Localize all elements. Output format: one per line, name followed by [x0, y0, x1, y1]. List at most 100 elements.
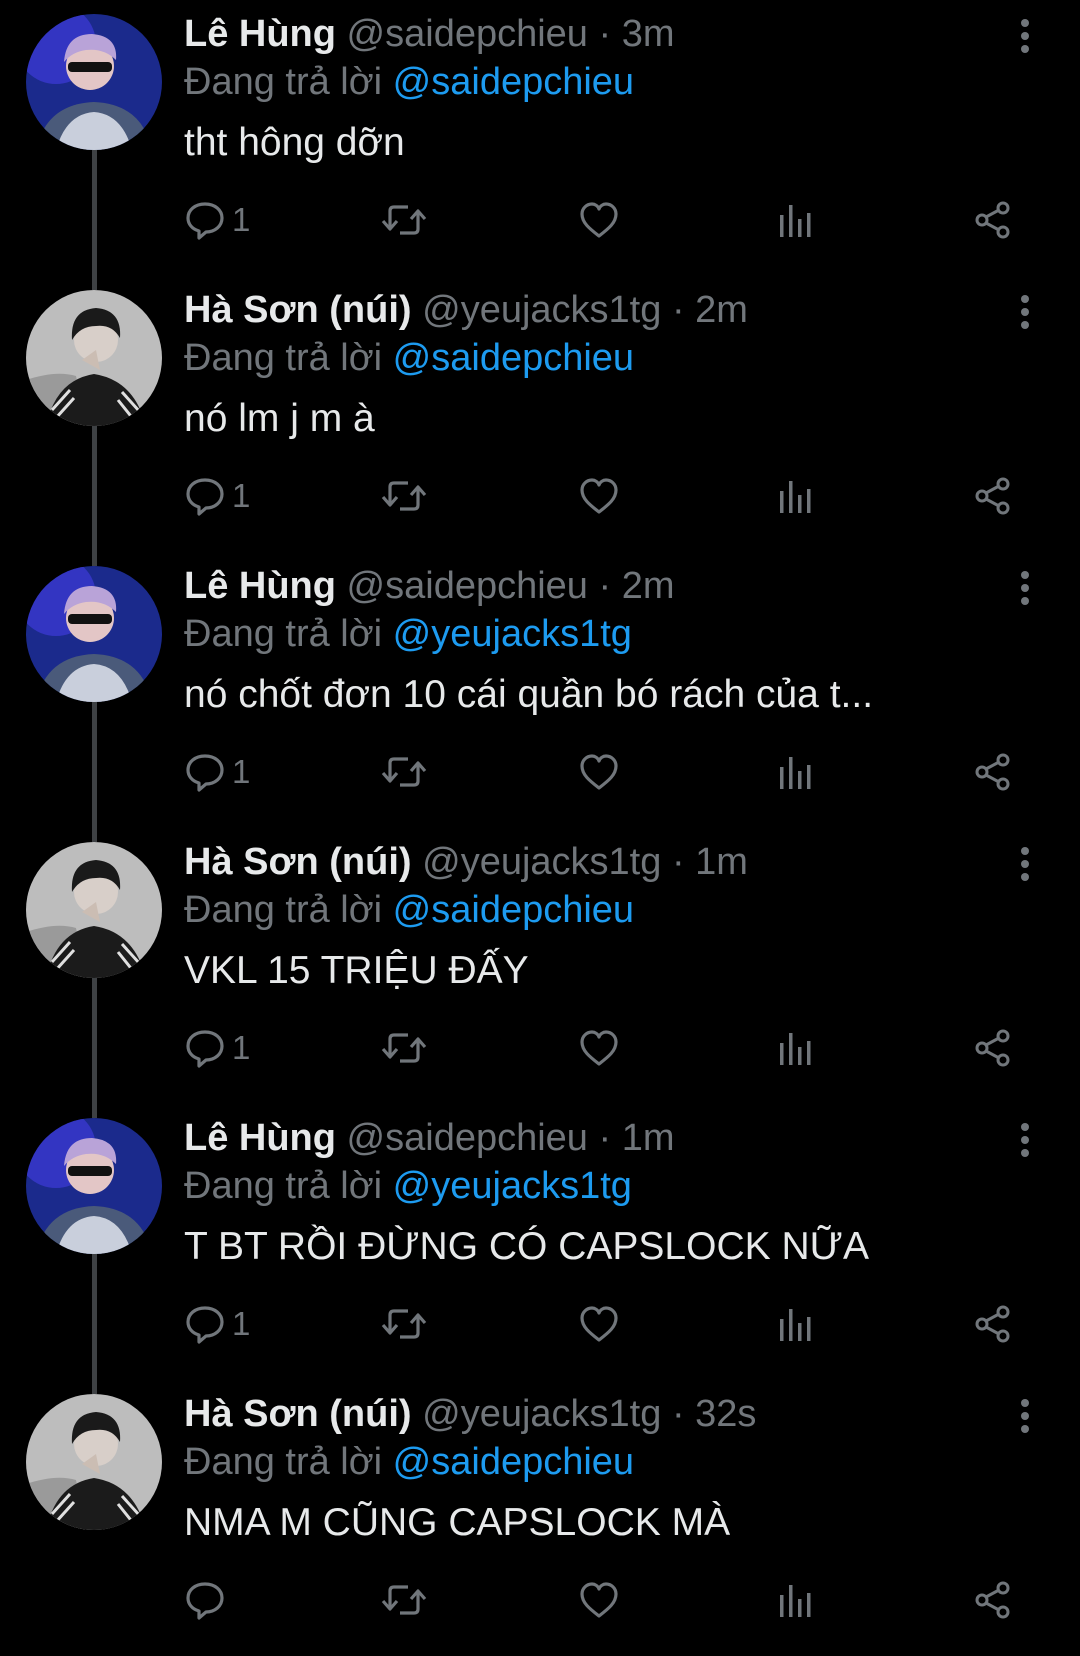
- tweet-header: Lê Hùng @saidepchieu · 2m: [184, 562, 675, 610]
- reply-button[interactable]: [184, 1570, 232, 1630]
- display-name[interactable]: Hà Sơn (núi): [184, 1393, 412, 1435]
- views-icon: [780, 481, 811, 513]
- reply-thread: Lê Hùng @saidepchieu · 3m Đang trả lời @…: [0, 0, 1080, 1632]
- more-options-icon[interactable]: [1010, 16, 1040, 56]
- tweet-header: Lê Hùng @saidepchieu · 1m: [184, 1114, 675, 1162]
- views-button[interactable]: [776, 1570, 816, 1630]
- like-button[interactable]: [578, 466, 620, 526]
- heart-icon: [580, 1582, 618, 1618]
- retweet-button[interactable]: [380, 466, 428, 526]
- avatar[interactable]: [26, 566, 162, 702]
- avatar[interactable]: [26, 842, 162, 978]
- share-button[interactable]: [972, 190, 1014, 250]
- views-button[interactable]: [776, 742, 816, 802]
- retweet-button[interactable]: [380, 742, 428, 802]
- tweet[interactable]: Lê Hùng @saidepchieu · 2m Đang trả lời @…: [0, 552, 1080, 842]
- action-bar: 1: [0, 190, 1080, 250]
- user-handle[interactable]: @yeujacks1tg: [422, 841, 661, 883]
- timestamp[interactable]: 2m: [695, 289, 748, 331]
- display-name[interactable]: Hà Sơn (núi): [184, 841, 412, 883]
- more-options-icon[interactable]: [1010, 1396, 1040, 1436]
- reply-icon: [186, 754, 224, 792]
- replying-to-label: Đang trả lời: [184, 1441, 383, 1483]
- more-options-icon[interactable]: [1010, 844, 1040, 884]
- share-button[interactable]: [972, 742, 1014, 802]
- retweet-button[interactable]: [380, 1294, 428, 1354]
- more-options-icon[interactable]: [1010, 292, 1040, 332]
- reply-icon: [186, 1030, 224, 1068]
- reply-count: 1: [232, 201, 251, 238]
- share-icon: [975, 753, 1010, 791]
- reply-icon: [186, 1582, 224, 1620]
- retweet-icon: [381, 757, 427, 787]
- share-button[interactable]: [972, 1294, 1014, 1354]
- display-name[interactable]: Lê Hùng: [184, 13, 336, 55]
- share-icon: [975, 1305, 1010, 1343]
- tweet[interactable]: Lê Hùng @saidepchieu · 1m Đang trả lời @…: [0, 1104, 1080, 1394]
- display-name[interactable]: Lê Hùng: [184, 1117, 336, 1159]
- tweet[interactable]: Hà Sơn (núi) @yeujacks1tg · 32s Đang trả…: [0, 1380, 1080, 1656]
- tweet[interactable]: Hà Sơn (núi) @yeujacks1tg · 2m Đang trả …: [0, 276, 1080, 566]
- tweet-text: nó lm j m à: [184, 397, 375, 440]
- user-handle[interactable]: @saidepchieu: [347, 565, 588, 607]
- mention-link[interactable]: @yeujacks1tg: [393, 613, 632, 655]
- timestamp[interactable]: 32s: [695, 1393, 756, 1435]
- tweet-text: nó chốt đơn 10 cái quần bó rách của t...: [184, 673, 874, 716]
- replying-to: Đang trả lời @saidepchieu: [184, 334, 634, 382]
- views-button[interactable]: [776, 190, 816, 250]
- avatar[interactable]: [26, 14, 162, 150]
- like-button[interactable]: [578, 1018, 620, 1078]
- mention-link[interactable]: @saidepchieu: [393, 337, 634, 379]
- avatar[interactable]: [26, 290, 162, 426]
- reply-button[interactable]: 1: [184, 742, 250, 802]
- user-handle[interactable]: @yeujacks1tg: [422, 1393, 661, 1435]
- views-button[interactable]: [776, 1294, 816, 1354]
- views-button[interactable]: [776, 466, 816, 526]
- views-icon: [780, 1309, 811, 1341]
- tweet-text: T BT RỒI ĐỪNG CÓ CAPSLOCK NỮA: [184, 1225, 869, 1268]
- share-button[interactable]: [972, 1570, 1014, 1630]
- replying-to-label: Đang trả lời: [184, 889, 383, 931]
- retweet-button[interactable]: [380, 1018, 428, 1078]
- heart-icon: [580, 202, 618, 238]
- timestamp[interactable]: 1m: [695, 841, 748, 883]
- tweet-header: Lê Hùng @saidepchieu · 3m: [184, 10, 675, 58]
- retweet-button[interactable]: [380, 1570, 428, 1630]
- avatar[interactable]: [26, 1118, 162, 1254]
- timestamp[interactable]: 3m: [622, 13, 675, 55]
- like-button[interactable]: [578, 190, 620, 250]
- user-handle[interactable]: @saidepchieu: [347, 1117, 588, 1159]
- action-bar: 1: [0, 742, 1080, 802]
- like-button[interactable]: [578, 742, 620, 802]
- more-options-icon[interactable]: [1010, 568, 1040, 608]
- share-button[interactable]: [972, 1018, 1014, 1078]
- user-handle[interactable]: @saidepchieu: [347, 13, 588, 55]
- like-button[interactable]: [578, 1570, 620, 1630]
- reply-button[interactable]: 1: [184, 190, 250, 250]
- mention-link[interactable]: @saidepchieu: [393, 1441, 634, 1483]
- display-name[interactable]: Lê Hùng: [184, 565, 336, 607]
- tweet[interactable]: Lê Hùng @saidepchieu · 3m Đang trả lời @…: [0, 0, 1080, 290]
- more-options-icon[interactable]: [1010, 1120, 1040, 1160]
- mention-link[interactable]: @yeujacks1tg: [393, 1165, 632, 1207]
- timestamp[interactable]: 1m: [622, 1117, 675, 1159]
- tweet[interactable]: Hà Sơn (núi) @yeujacks1tg · 1m Đang trả …: [0, 828, 1080, 1118]
- mention-link[interactable]: @saidepchieu: [393, 889, 634, 931]
- retweet-button[interactable]: [380, 190, 428, 250]
- mention-link[interactable]: @saidepchieu: [393, 61, 634, 103]
- like-button[interactable]: [578, 1294, 620, 1354]
- reply-button[interactable]: 1: [184, 1018, 250, 1078]
- avatar[interactable]: [26, 1394, 162, 1530]
- reply-button[interactable]: 1: [184, 466, 250, 526]
- views-button[interactable]: [776, 1018, 816, 1078]
- share-button[interactable]: [972, 466, 1014, 526]
- user-handle[interactable]: @yeujacks1tg: [422, 289, 661, 331]
- separator-dot: ·: [598, 565, 612, 607]
- action-bar: [0, 1570, 1080, 1630]
- timestamp[interactable]: 2m: [622, 565, 675, 607]
- reply-button[interactable]: 1: [184, 1294, 250, 1354]
- display-name[interactable]: Hà Sơn (núi): [184, 289, 412, 331]
- reply-icon: [186, 202, 224, 240]
- views-icon: [780, 1585, 811, 1617]
- separator-dot: ·: [598, 1117, 612, 1159]
